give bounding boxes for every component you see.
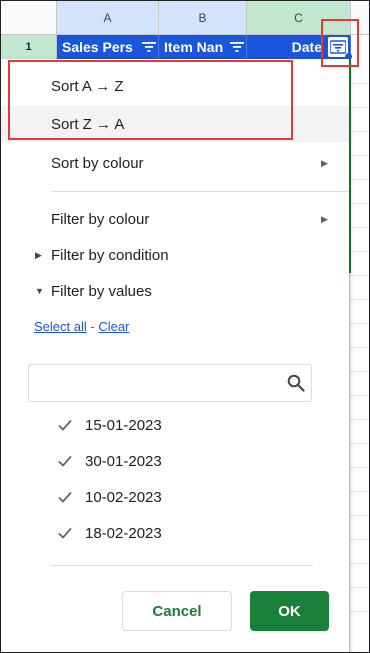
grid-line (349, 131, 369, 132)
filter-by-condition-item[interactable]: ▶ Filter by condition (1, 237, 349, 273)
sort-by-colour-item[interactable]: Sort by colour ▶ (1, 145, 349, 181)
filter-by-condition-label: Filter by condition (51, 246, 169, 264)
grid-line (349, 395, 369, 396)
grid-line (349, 251, 369, 252)
grid-line (349, 347, 369, 348)
sort-z-a-item[interactable]: Sort Z → A (1, 106, 349, 142)
grid-line (349, 371, 369, 372)
check-icon (58, 455, 72, 467)
column-header-d[interactable] (351, 1, 369, 35)
menu-divider (51, 191, 349, 192)
filter-icon[interactable] (140, 35, 158, 59)
grid-line (349, 275, 369, 276)
grid-line (349, 227, 369, 228)
value-item[interactable]: 18-02-2023 (1, 515, 349, 551)
sort-a-z-item[interactable]: Sort A → Z (1, 68, 349, 104)
grid-line (349, 587, 369, 588)
grid-line (349, 299, 369, 300)
cell-b1[interactable]: Item Nan (159, 35, 247, 59)
grid-line (349, 539, 369, 540)
grid-line (349, 419, 369, 420)
sort-z-a-label: Sort Z → A (51, 115, 125, 133)
filter-by-values-label: Filter by values (51, 282, 152, 300)
grid-line (349, 323, 369, 324)
grid-line (349, 83, 369, 84)
clear-link[interactable]: Clear (98, 319, 129, 334)
check-icon (58, 419, 72, 431)
cell-a1[interactable]: Sales Pers (57, 35, 159, 59)
link-separator: - (86, 319, 99, 334)
grid-line (349, 611, 369, 612)
header-data-row: 1 Sales Pers Item Nan Date (1, 35, 369, 59)
value-label: 18-02-2023 (85, 524, 162, 542)
column-header-c[interactable]: C (247, 1, 351, 35)
cell-a1-text: Sales Pers (62, 39, 133, 55)
select-all-link[interactable]: Select all (34, 319, 87, 334)
select-all-corner[interactable] (1, 1, 57, 35)
triangle-down-icon: ▼ (35, 286, 44, 296)
row-number-1[interactable]: 1 (1, 35, 57, 59)
value-label: 30-01-2023 (85, 452, 162, 470)
app-frame: A B C 1 Sales Pers Item Nan Date Sort A … (0, 0, 370, 653)
value-item[interactable]: 30-01-2023 (1, 443, 349, 479)
grid-line (349, 515, 369, 516)
filter-by-values-item[interactable]: ▼ Filter by values (1, 273, 349, 309)
filter-by-colour-item[interactable]: Filter by colour ▶ (1, 201, 349, 237)
column-header-a[interactable]: A (57, 1, 159, 35)
grid-line (349, 443, 369, 444)
value-search-box[interactable] (28, 364, 312, 402)
cell-b1-text: Item Nan (164, 39, 224, 55)
value-item[interactable]: 15-01-2023 (1, 407, 349, 443)
triangle-right-icon: ▶ (321, 213, 328, 224)
filter-menu: Sort A → Z Sort Z → A Sort by colour ▶ F… (1, 59, 349, 652)
grid-line (349, 155, 369, 156)
menu-divider (51, 565, 313, 566)
value-item[interactable]: 10-02-2023 (1, 479, 349, 515)
grid-line (349, 563, 369, 564)
cancel-button[interactable]: Cancel (122, 591, 232, 631)
filter-icon[interactable] (228, 35, 246, 59)
column-header-row: A B C (1, 1, 369, 35)
filter-by-colour-label: Filter by colour (51, 210, 150, 228)
check-icon (58, 491, 72, 503)
check-icon (58, 527, 72, 539)
select-links: Select all - Clear (34, 319, 129, 334)
grid-line (349, 491, 369, 492)
ok-button[interactable]: OK (250, 591, 329, 631)
selection-border (349, 59, 351, 273)
filter-icon (330, 40, 346, 54)
sort-by-colour-label: Sort by colour (51, 154, 144, 172)
value-label: 15-01-2023 (85, 416, 162, 434)
sort-a-z-label: Sort A → Z (51, 77, 124, 95)
grid-line (349, 467, 369, 468)
grid-line (349, 179, 369, 180)
triangle-right-icon: ▶ (321, 157, 328, 168)
triangle-right-icon: ▶ (35, 249, 42, 260)
search-icon[interactable] (287, 374, 305, 392)
grid-line (349, 203, 369, 204)
value-search-input[interactable] (35, 371, 285, 395)
grid-line (349, 107, 369, 108)
column-header-b[interactable]: B (159, 1, 247, 35)
cell-c1-text: Date (291, 39, 322, 55)
value-label: 10-02-2023 (85, 488, 162, 506)
